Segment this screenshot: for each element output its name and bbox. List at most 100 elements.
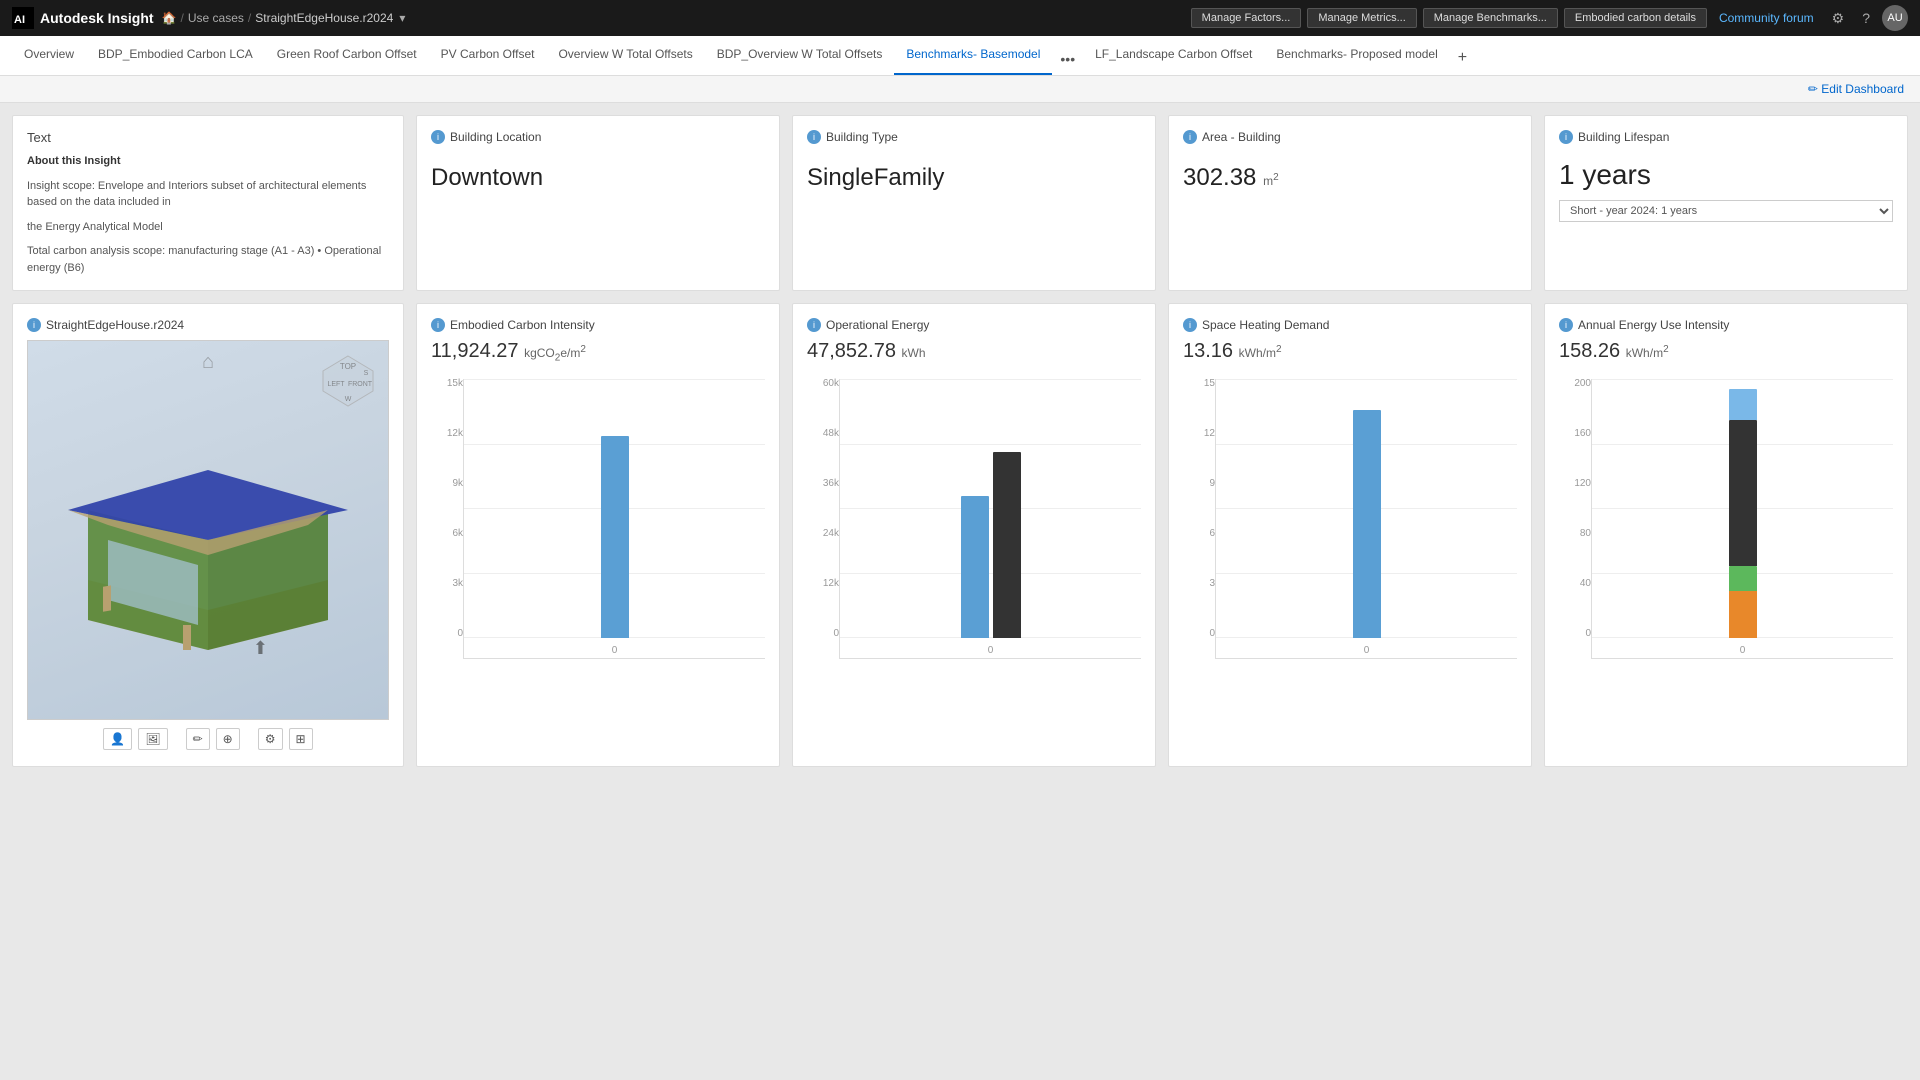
tab-overview[interactable]: Overview (12, 35, 86, 75)
heating-title-label: Space Heating Demand (1202, 318, 1329, 332)
heating-card: i Space Heating Demand 13.16 kWh/m2 1512… (1168, 303, 1532, 767)
breadcrumb: 🏠 / Use cases / StraightEdgeHouse.r2024 … (162, 11, 1183, 25)
current-project-label[interactable]: StraightEdgeHouse.r2024 (255, 11, 393, 25)
embodied-carbon-button[interactable]: Embodied carbon details (1564, 8, 1707, 28)
embodied-chart: 15k12k9k6k3k0 0 (431, 371, 765, 752)
tab-benchmarks-base[interactable]: Benchmarks- Basemodel (894, 35, 1052, 75)
location-title-label: Building Location (450, 130, 541, 144)
tab-more-icon[interactable]: ••• (1052, 43, 1083, 75)
use-cases-link[interactable]: Use cases (188, 11, 244, 25)
model-viewport[interactable]: ⌂ TOP FRONT LEFT W S (27, 340, 389, 720)
location-card-title: i Building Location (431, 130, 765, 144)
heating-bars-area: 0 (1215, 379, 1517, 659)
operational-bars-wrapper (840, 379, 1141, 638)
embodied-card: i Embodied Carbon Intensity 11,924.27 kg… (416, 303, 780, 767)
model-tool-edit[interactable]: ✏ (186, 728, 210, 750)
manage-benchmarks-button[interactable]: Manage Benchmarks... (1423, 8, 1558, 28)
model-card-title: i StraightEdgeHouse.r2024 (27, 318, 389, 332)
manage-factors-button[interactable]: Manage Factors... (1191, 8, 1302, 28)
operational-chart: 60k48k36k24k12k0 0 (807, 371, 1141, 752)
operational-info-icon[interactable]: i (807, 318, 821, 332)
svg-text:LEFT: LEFT (327, 381, 345, 388)
heating-card-title: i Space Heating Demand (1183, 318, 1517, 332)
area-info-icon[interactable]: i (1183, 130, 1197, 144)
embodied-bar-chart: 15k12k9k6k3k0 0 (431, 379, 765, 659)
embodied-y-axis: 15k12k9k6k3k0 (431, 379, 463, 659)
chevron-down-icon[interactable]: ▾ (399, 11, 405, 25)
nav-buttons: Manage Factors... Manage Metrics... Mana… (1191, 5, 1908, 31)
tab-bdp-overview[interactable]: BDP_Overview W Total Offsets (705, 35, 895, 75)
annual-chart: 20016012080400 0 (1559, 371, 1893, 752)
top-nav: AI Autodesk Insight 🏠 / Use cases / Stra… (0, 0, 1920, 36)
text-line1: Insight scope: Envelope and Interiors su… (27, 178, 389, 211)
nav-cube[interactable]: TOP FRONT LEFT W S (318, 351, 378, 414)
lifespan-select[interactable]: Short - year 2024: 1 years (1559, 200, 1893, 222)
type-info-icon[interactable]: i (807, 130, 821, 144)
operational-card: i Operational Energy 47,852.78 kWh 60k48… (792, 303, 1156, 767)
area-value: 302.38 m2 (1183, 164, 1517, 193)
embodied-value: 11,924.27 kgCO2e/m2 (431, 340, 765, 363)
model-tool-image[interactable]: 🖼 (138, 728, 167, 750)
area-card: i Area - Building 302.38 m2 (1168, 115, 1532, 291)
logo-area: AI Autodesk Insight (12, 7, 154, 29)
home-3d-icon: ⌂ (202, 351, 214, 374)
model-title-label: StraightEdgeHouse.r2024 (46, 318, 184, 332)
breadcrumb-sep: / (181, 11, 184, 25)
operational-value: 47,852.78 kWh (807, 340, 1141, 363)
operational-bar-chart: 60k48k36k24k12k0 0 (807, 379, 1141, 659)
tab-lf-landscape[interactable]: LF_Landscape Carbon Offset (1083, 35, 1264, 75)
manage-metrics-button[interactable]: Manage Metrics... (1307, 8, 1416, 28)
embodied-bars-area: 0 (463, 379, 765, 659)
heating-bar-blue (1353, 410, 1381, 638)
annual-x-label: 0 (1592, 645, 1893, 656)
home-icon[interactable]: 🏠 (162, 11, 177, 25)
annual-bar-lightblue (1729, 389, 1757, 420)
tab-pv[interactable]: PV Carbon Offset (429, 35, 547, 75)
annual-bar-green (1729, 566, 1757, 592)
embodied-bars-wrapper (464, 379, 765, 638)
location-value: Downtown (431, 164, 765, 193)
lifespan-info-icon[interactable]: i (1559, 130, 1573, 144)
annual-bar-chart: 20016012080400 0 (1559, 379, 1893, 659)
help-icon[interactable]: ? (1856, 8, 1876, 28)
location-info-icon[interactable]: i (431, 130, 445, 144)
model-tool-settings[interactable]: ⚙ (258, 728, 283, 750)
svg-text:TOP: TOP (340, 362, 356, 371)
model-tool-grid[interactable]: ⊞ (289, 728, 313, 750)
avatar-initials: AU (1887, 12, 1902, 24)
location-card: i Building Location Downtown (416, 115, 780, 291)
operational-card-title: i Operational Energy (807, 318, 1141, 332)
operational-bar-blue (961, 496, 989, 638)
tab-green-roof[interactable]: Green Roof Carbon Offset (265, 35, 429, 75)
edit-dashboard-button[interactable]: ✏ Edit Dashboard (1808, 82, 1904, 96)
annual-info-icon[interactable]: i (1559, 318, 1573, 332)
tab-add-icon[interactable]: + (1450, 41, 1475, 75)
type-card: i Building Type SingleFamily (792, 115, 1156, 291)
embodied-info-icon[interactable]: i (431, 318, 445, 332)
annual-card: i Annual Energy Use Intensity 158.26 kWh… (1544, 303, 1908, 767)
annual-bars-wrapper (1592, 379, 1893, 638)
tab-benchmarks-proposed[interactable]: Benchmarks- Proposed model (1264, 35, 1449, 75)
model-tool-transform[interactable]: ⊕ (216, 728, 240, 750)
breadcrumb-sep2: / (248, 11, 251, 25)
avatar[interactable]: AU (1882, 5, 1908, 31)
embodied-card-title: i Embodied Carbon Intensity (431, 318, 765, 332)
annual-card-title: i Annual Energy Use Intensity (1559, 318, 1893, 332)
text-line3: Total carbon analysis scope: manufacturi… (27, 243, 389, 276)
tab-bdp-lca[interactable]: BDP_Embodied Carbon LCA (86, 35, 265, 75)
embodied-bar-blue (601, 436, 629, 638)
community-forum-button[interactable]: Community forum (1713, 8, 1820, 28)
heating-bar-chart: 15129630 0 (1183, 379, 1517, 659)
type-title-label: Building Type (826, 130, 898, 144)
annual-bar-dark (1729, 420, 1757, 565)
model-toolbar: 👤 🖼 ✏ ⊕ ⚙ ⊞ (27, 720, 389, 752)
model-info-icon[interactable]: i (27, 318, 41, 332)
gear-icon[interactable]: ⚙ (1826, 8, 1851, 29)
text-card-title: Text (27, 130, 389, 145)
annual-value: 158.26 kWh/m2 (1559, 340, 1893, 363)
tab-overview-total[interactable]: Overview W Total Offsets (546, 35, 704, 75)
lifespan-card-title: i Building Lifespan (1559, 130, 1893, 144)
annual-bar-orange (1729, 591, 1757, 638)
heating-info-icon[interactable]: i (1183, 318, 1197, 332)
model-tool-person[interactable]: 👤 (103, 728, 132, 750)
